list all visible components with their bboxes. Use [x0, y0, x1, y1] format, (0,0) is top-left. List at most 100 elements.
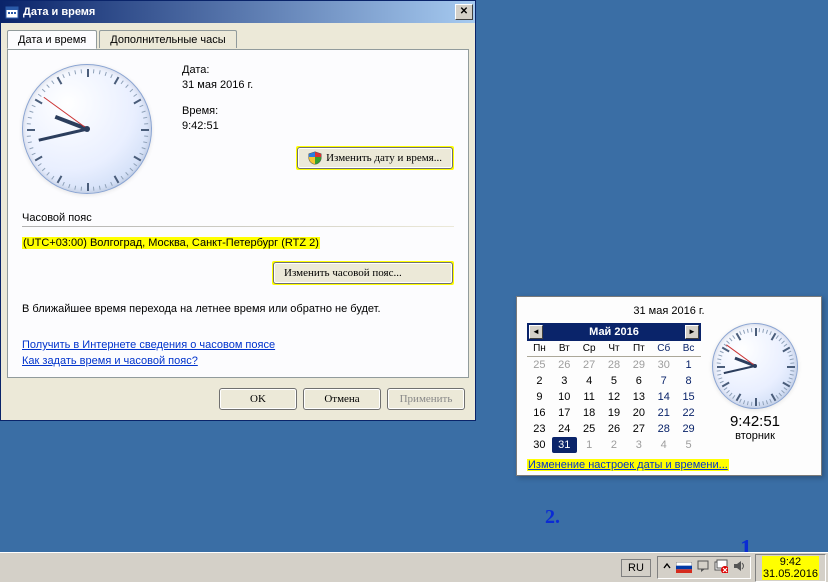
link-change-datetime-settings[interactable]: Изменение настроек даты и времени... — [528, 459, 728, 471]
tray-clock-date: 31.05.2016 — [763, 568, 818, 580]
calendar-day[interactable]: 1 — [577, 437, 602, 453]
tz-group-label: Часовой пояс — [22, 212, 454, 224]
calendar-day[interactable]: 13 — [626, 389, 651, 405]
date-value: 31 мая 2016 г. — [182, 79, 454, 91]
popup-time: 9:42:51 — [711, 413, 799, 430]
calendar-day[interactable]: 19 — [602, 405, 627, 421]
tab-body: Дата: 31 мая 2016 г. Время: 9:42:51 Изме… — [7, 49, 469, 378]
date-label: Дата: — [182, 64, 454, 76]
calendar-day[interactable]: 30 — [651, 357, 676, 373]
calendar-day[interactable]: 27 — [577, 357, 602, 373]
calendar-day[interactable]: 25 — [577, 421, 602, 437]
calendar-day[interactable]: 25 — [527, 357, 552, 373]
calendar-day[interactable]: 6 — [626, 373, 651, 389]
calendar-grid[interactable]: ПнВтСрЧтПтСбВс25262728293012345678910111… — [527, 341, 701, 453]
change-datetime-label: Изменить дату и время... — [326, 152, 442, 164]
close-button[interactable]: ✕ — [455, 4, 473, 20]
shield-icon — [308, 151, 322, 165]
volume-icon[interactable] — [732, 559, 746, 576]
calendar-day[interactable]: 2 — [527, 373, 552, 389]
calendar-day[interactable]: 7 — [651, 373, 676, 389]
titlebar[interactable]: Дата и время ✕ — [1, 1, 475, 23]
calendar-day[interactable]: 26 — [602, 421, 627, 437]
calendar-day[interactable]: 11 — [577, 389, 602, 405]
link-howto-set[interactable]: Как задать время и часовой пояс? — [22, 355, 198, 367]
network-error-icon[interactable] — [714, 559, 728, 576]
tab-datetime[interactable]: Дата и время — [7, 30, 97, 49]
calendar-day[interactable]: 23 — [527, 421, 552, 437]
prev-month-button[interactable]: ◄ — [529, 325, 543, 339]
calendar-day[interactable]: 3 — [626, 437, 651, 453]
language-indicator[interactable]: RU — [621, 559, 651, 577]
dst-note: В ближайшее время перехода на летнее вре… — [22, 303, 454, 315]
calendar-day[interactable]: 22 — [676, 405, 701, 421]
analog-clock — [22, 64, 152, 194]
calendar-day[interactable]: 16 — [527, 405, 552, 421]
calendar-day[interactable]: 18 — [577, 405, 602, 421]
calendar-day[interactable]: 8 — [676, 373, 701, 389]
calendar-day-today[interactable]: 31 — [552, 437, 577, 453]
annotation-2: 2. — [545, 506, 560, 529]
calendar-day[interactable]: 28 — [651, 421, 676, 437]
calendar-day[interactable]: 29 — [626, 357, 651, 373]
calendar-day[interactable]: 2 — [602, 437, 627, 453]
action-center-icon[interactable] — [696, 559, 710, 576]
apply-button[interactable]: Применить — [387, 388, 465, 410]
change-datetime-button[interactable]: Изменить дату и время... — [297, 147, 453, 169]
tabs: Дата и время Дополнительные часы — [7, 29, 469, 49]
systray — [657, 556, 751, 579]
flag-icon[interactable] — [676, 562, 692, 573]
calendar-day[interactable]: 15 — [676, 389, 701, 405]
cancel-button[interactable]: Отмена — [303, 388, 381, 410]
calendar-icon — [5, 5, 19, 19]
calendar-day[interactable]: 28 — [602, 357, 627, 373]
calendar-day[interactable]: 24 — [552, 421, 577, 437]
calendar-day[interactable]: 14 — [651, 389, 676, 405]
calendar-month-title: Май 2016 — [589, 326, 639, 338]
calendar-day[interactable]: 4 — [577, 373, 602, 389]
calendar-day[interactable]: 5 — [676, 437, 701, 453]
taskbar: RU 9:42 31.05.2016 — [0, 552, 828, 582]
calendar-weekday: Вс — [676, 341, 701, 357]
popup-date: 31 мая 2016 г. — [527, 305, 811, 317]
dialog-title: Дата и время — [23, 6, 455, 18]
calendar-weekday: Вт — [552, 341, 577, 357]
calendar-day[interactable]: 10 — [552, 389, 577, 405]
link-tz-online-info[interactable]: Получить в Интернете сведения о часовом … — [22, 339, 275, 351]
calendar-day[interactable]: 21 — [651, 405, 676, 421]
time-value: 9:42:51 — [182, 120, 454, 132]
calendar-day[interactable]: 4 — [651, 437, 676, 453]
highlight-change-tz: Изменить часовой пояс... — [272, 261, 454, 285]
datetime-dialog: Дата и время ✕ Дата и время Дополнительн… — [0, 0, 476, 421]
calendar-day[interactable]: 9 — [527, 389, 552, 405]
calendar-day[interactable]: 1 — [676, 357, 701, 373]
calendar-day[interactable]: 12 — [602, 389, 627, 405]
ok-button[interactable]: OK — [219, 388, 297, 410]
calendar-weekday: Чт — [602, 341, 627, 357]
calendar-day[interactable]: 3 — [552, 373, 577, 389]
calendar-day[interactable]: 27 — [626, 421, 651, 437]
change-timezone-button[interactable]: Изменить часовой пояс... — [273, 262, 453, 284]
calendar-day[interactable]: 30 — [527, 437, 552, 453]
calendar-weekday: Пт — [626, 341, 651, 357]
tab-extra-clocks[interactable]: Дополнительные часы — [99, 30, 236, 48]
tray-clock-popup: 31 мая 2016 г. ◄ Май 2016 ► ПнВтСрЧтПтСб… — [516, 296, 822, 476]
calendar: ◄ Май 2016 ► ПнВтСрЧтПтСбВс2526272829301… — [527, 323, 701, 453]
dialog-buttons: OK Отмена Применить — [1, 378, 475, 420]
calendar-weekday: Ср — [577, 341, 602, 357]
calendar-day[interactable]: 20 — [626, 405, 651, 421]
tray-chevron-icon[interactable] — [662, 561, 672, 574]
tray-clock[interactable]: 9:42 31.05.2016 — [755, 554, 826, 582]
divider — [22, 226, 454, 227]
popup-weekday: вторник — [711, 430, 799, 442]
calendar-day[interactable]: 5 — [602, 373, 627, 389]
time-label: Время: — [182, 105, 454, 117]
next-month-button[interactable]: ► — [685, 325, 699, 339]
calendar-day[interactable]: 17 — [552, 405, 577, 421]
calendar-day[interactable]: 26 — [552, 357, 577, 373]
calendar-day[interactable]: 29 — [676, 421, 701, 437]
popup-analog-clock — [712, 323, 798, 409]
calendar-weekday: Сб — [651, 341, 676, 357]
calendar-weekday: Пн — [527, 341, 552, 357]
popup-clock-panel: 9:42:51 вторник — [711, 323, 799, 442]
